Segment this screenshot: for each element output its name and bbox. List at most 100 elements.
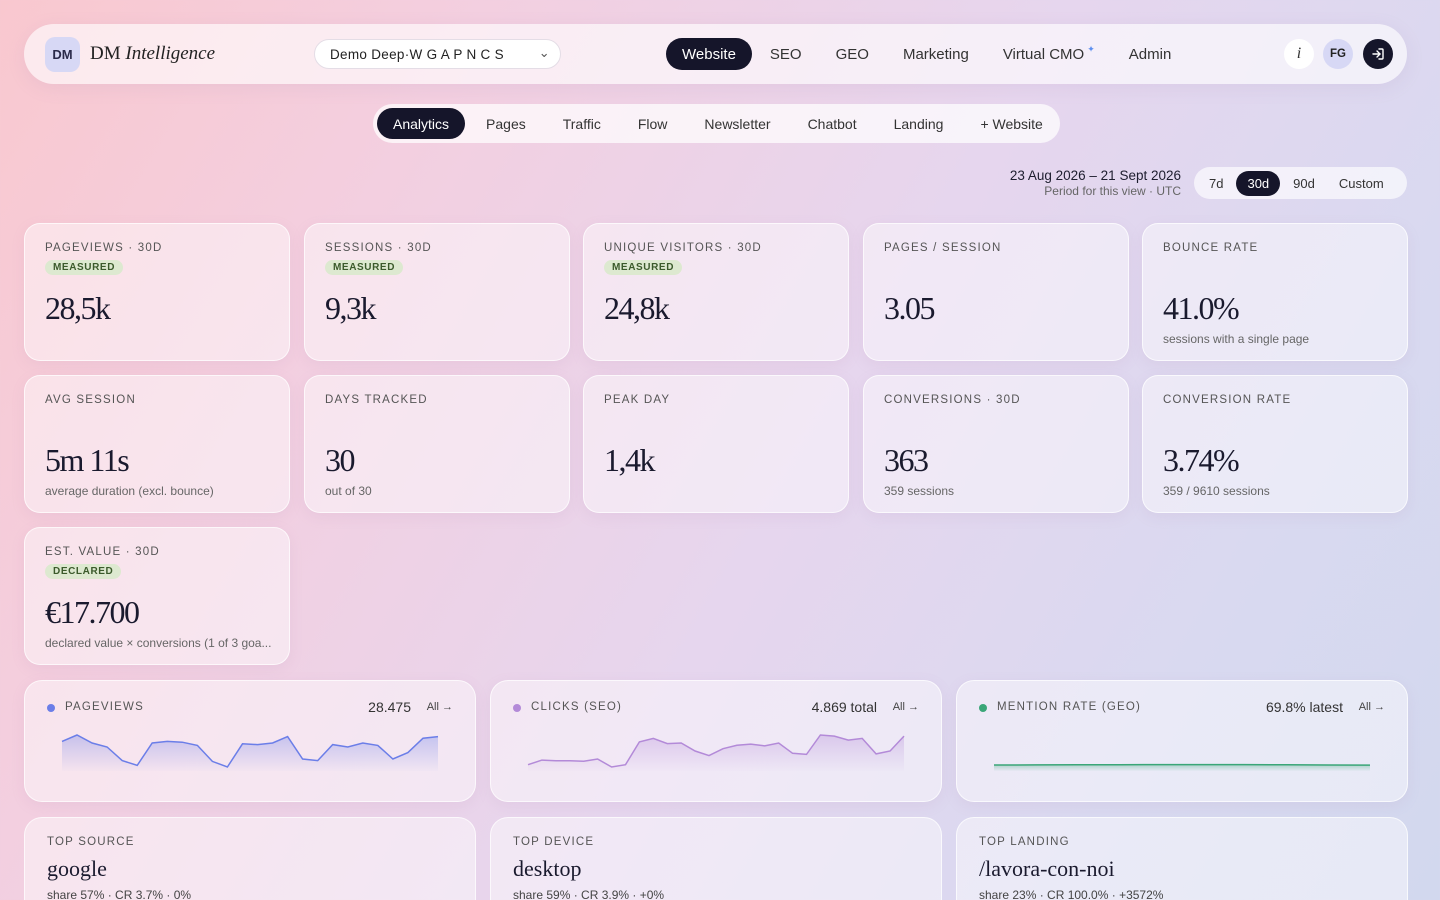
series-dot: [47, 704, 55, 712]
kpi-note: out of 30: [325, 484, 372, 498]
avatar[interactable]: FG: [1323, 39, 1353, 69]
period-subtitle: Period for this view · UTC: [1044, 184, 1181, 198]
tab-newsletter[interactable]: Newsletter: [688, 108, 786, 139]
kpi-value: €17.700: [45, 594, 140, 630]
measured-badge: MEASURED: [325, 260, 404, 275]
kpi-pageviews: PAGEVIEWS · 30D MEASURED 28,5k: [24, 223, 290, 361]
kpi-pages-per-session: PAGES / SESSION 3.05: [863, 223, 1129, 361]
range-90d[interactable]: 90d: [1282, 171, 1326, 196]
kpi-value: 1,4k: [604, 442, 656, 478]
nav-website[interactable]: Website: [666, 38, 752, 70]
kpi-note: 359 / 9610 sessions: [1163, 484, 1270, 498]
tab-pages[interactable]: Pages: [470, 108, 542, 139]
kpi-note: 359 sessions: [884, 484, 955, 498]
tab-chatbot[interactable]: Chatbot: [792, 108, 873, 139]
series-dot: [979, 704, 987, 712]
top-source-card[interactable]: TOP SOURCE google share 57% · CR 3.7% · …: [24, 817, 476, 900]
top-bar: DM DM Intelligence Demo Deep·W G A P N C…: [24, 24, 1407, 84]
measured-badge: MEASURED: [604, 260, 683, 275]
card-value: desktop: [513, 856, 582, 881]
project-select-value: Demo Deep·W G A P N C S: [330, 46, 504, 62]
range-7d[interactable]: 7d: [1198, 171, 1234, 196]
kpi-note: sessions with a single page: [1163, 332, 1310, 346]
spark-value: 69.8% latest: [1265, 699, 1343, 715]
brand-logo[interactable]: DM: [45, 37, 80, 72]
card-label: TOP DEVICE: [513, 836, 595, 848]
spark-title: CLICKS (SEO): [531, 701, 623, 713]
tab-flow[interactable]: Flow: [622, 108, 684, 139]
spark-title: PAGEVIEWS: [65, 701, 144, 713]
kpi-bounce-rate: BOUNCE RATE 41.0% sessions with a single…: [1142, 223, 1408, 361]
sparkline-area: [62, 735, 438, 771]
kpi-label: CONVERSION RATE: [1163, 394, 1292, 406]
see-all-link[interactable]: All →: [1359, 701, 1385, 713]
card-meta: share 59% · CR 3.9% · +0%: [513, 888, 665, 900]
card-label: TOP LANDING: [979, 836, 1070, 848]
tab-traffic[interactable]: Traffic: [547, 108, 617, 139]
kpi-label: CONVERSIONS · 30D: [884, 394, 1021, 406]
kpi-label: UNIQUE VISITORS · 30D: [604, 242, 762, 254]
project-select[interactable]: Demo Deep·W G A P N C S ⌄: [314, 39, 561, 69]
kpi-value: 363: [884, 442, 929, 478]
kpi-note: average duration (excl. bounce): [45, 484, 214, 498]
kpi-value: 28,5k: [45, 290, 111, 326]
see-all-link[interactable]: All →: [427, 701, 453, 713]
tab-analytics[interactable]: Analytics: [377, 108, 466, 139]
spark-title: MENTION RATE (GEO): [997, 701, 1142, 713]
logout-button[interactable]: [1363, 39, 1393, 69]
spark-value: 28.475: [368, 699, 411, 715]
top-landing-card[interactable]: TOP LANDING /lavora-con-noi share 23% · …: [956, 817, 1408, 900]
clicks-sparkline: [527, 734, 905, 771]
chevron-down-icon: ⌄: [538, 45, 550, 60]
kpi-label: PEAK DAY: [604, 394, 671, 406]
nav-marketing[interactable]: Marketing: [887, 38, 985, 70]
card-meta: share 57% · CR 3.7% · 0%: [47, 888, 192, 900]
card-value: /lavora-con-noi: [979, 856, 1115, 881]
kpi-days-tracked: DAYS TRACKED 30 out of 30: [304, 375, 570, 513]
card-label: TOP SOURCE: [47, 836, 135, 848]
nav-seo[interactable]: SEO: [754, 38, 818, 70]
range-custom[interactable]: Custom: [1328, 171, 1395, 196]
info-button[interactable]: i: [1284, 39, 1314, 69]
declared-badge: DECLARED: [45, 564, 122, 579]
range-30d[interactable]: 30d: [1236, 170, 1281, 196]
kpi-value: 24,8k: [604, 290, 670, 326]
sparkline-line: [993, 763, 1371, 766]
card-meta: share 23% · CR 100.0% · +3572%: [979, 888, 1164, 900]
measured-badge: MEASURED: [45, 260, 124, 275]
kpi-unique-visitors: UNIQUE VISITORS · 30D MEASURED 24,8k: [583, 223, 849, 361]
kpi-sessions: SESSIONS · 30D MEASURED 9,3k: [304, 223, 570, 361]
nav-geo[interactable]: GEO: [820, 38, 885, 70]
kpi-value: 3.05: [884, 290, 936, 326]
period-info: 23 Aug 2026 – 21 Sept 2026 Period for th…: [1010, 168, 1181, 198]
spark-card-clicks[interactable]: CLICKS (SEO) 4.869 total All →: [490, 680, 942, 802]
kpi-est-value: EST. VALUE · 30D DECLARED €17.700 declar…: [24, 527, 290, 665]
spark-card-pageviews[interactable]: PAGEVIEWS 28.475 All →: [24, 680, 476, 802]
kpi-value: 41.0%: [1163, 290, 1240, 326]
kpi-value: 5m 11s: [45, 442, 130, 478]
kpi-conversions: CONVERSIONS · 30D 363 359 sessions: [863, 375, 1129, 513]
kpi-peak-day: PEAK DAY 1,4k: [583, 375, 849, 513]
spark-card-mention-rate[interactable]: MENTION RATE (GEO) 69.8% latest All →: [956, 680, 1408, 802]
kpi-label: EST. VALUE · 30D: [45, 546, 160, 558]
kpi-label: AVG SESSION: [45, 394, 136, 406]
period-range: 23 Aug 2026 – 21 Sept 2026: [1009, 168, 1181, 183]
add-website-button[interactable]: + Website: [964, 108, 1058, 139]
brand-name: DM Intelligence: [90, 43, 216, 64]
see-all-link[interactable]: All →: [893, 701, 919, 713]
mention-rate-sparkline: [993, 763, 1371, 771]
pageviews-sparkline: [61, 734, 439, 771]
nav-admin[interactable]: Admin: [1113, 38, 1188, 70]
kpi-value: 30: [325, 442, 356, 478]
nav-virtual-cmo[interactable]: Virtual CMO ✦: [987, 38, 1111, 70]
kpi-note: declared value × conversions (1 of 3 goa…: [45, 636, 272, 650]
kpi-conversion-rate: CONVERSION RATE 3.74% 359 / 9610 session…: [1142, 375, 1408, 513]
kpi-label: DAYS TRACKED: [325, 394, 428, 406]
range-selector: 7d 30d 90d Custom: [1194, 167, 1407, 199]
tab-landing[interactable]: Landing: [878, 108, 960, 139]
top-device-card[interactable]: TOP DEVICE desktop share 59% · CR 3.9% ·…: [490, 817, 942, 900]
kpi-avg-session: AVG SESSION 5m 11s average duration (exc…: [24, 375, 290, 513]
card-value: google: [47, 856, 107, 881]
sub-nav: Analytics Pages Traffic Flow Newsletter …: [373, 104, 1060, 143]
kpi-label: SESSIONS · 30D: [325, 242, 432, 254]
